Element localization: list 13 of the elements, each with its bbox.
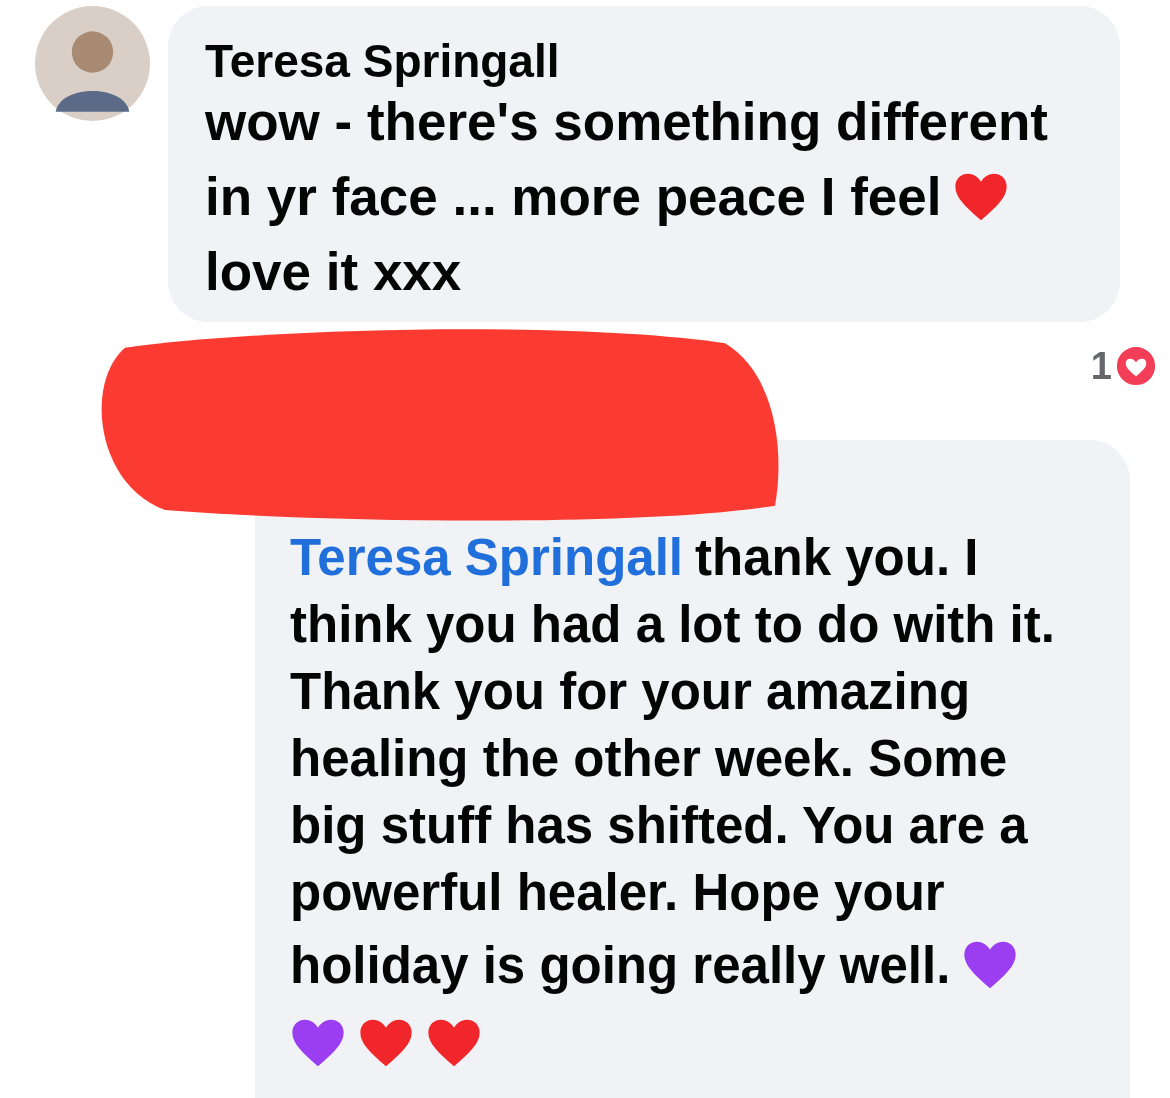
comment-text: wow - there's something different xyxy=(205,91,1048,152)
avatar-icon xyxy=(35,6,150,121)
comment-text: powerful healer. Hope your xyxy=(290,863,945,922)
comment-text: love it xxx xyxy=(205,241,462,302)
reaction-count[interactable]: 1 xyxy=(1090,344,1158,388)
comment-text: Thank you for your amazing xyxy=(290,662,971,721)
comment-text: thank you. I xyxy=(695,528,979,587)
comment-text: healing the other week. Some xyxy=(290,729,1007,788)
comment-text: big stuff has shifted. You are a xyxy=(290,796,1028,855)
comment-text: think you had a lot to do with it. xyxy=(290,595,1055,654)
comment-text: in yr face ... more peace I feel xyxy=(205,166,942,227)
comment-text: holiday is going really well. xyxy=(290,935,951,995)
mention-link[interactable]: Teresa Springall xyxy=(290,528,684,587)
